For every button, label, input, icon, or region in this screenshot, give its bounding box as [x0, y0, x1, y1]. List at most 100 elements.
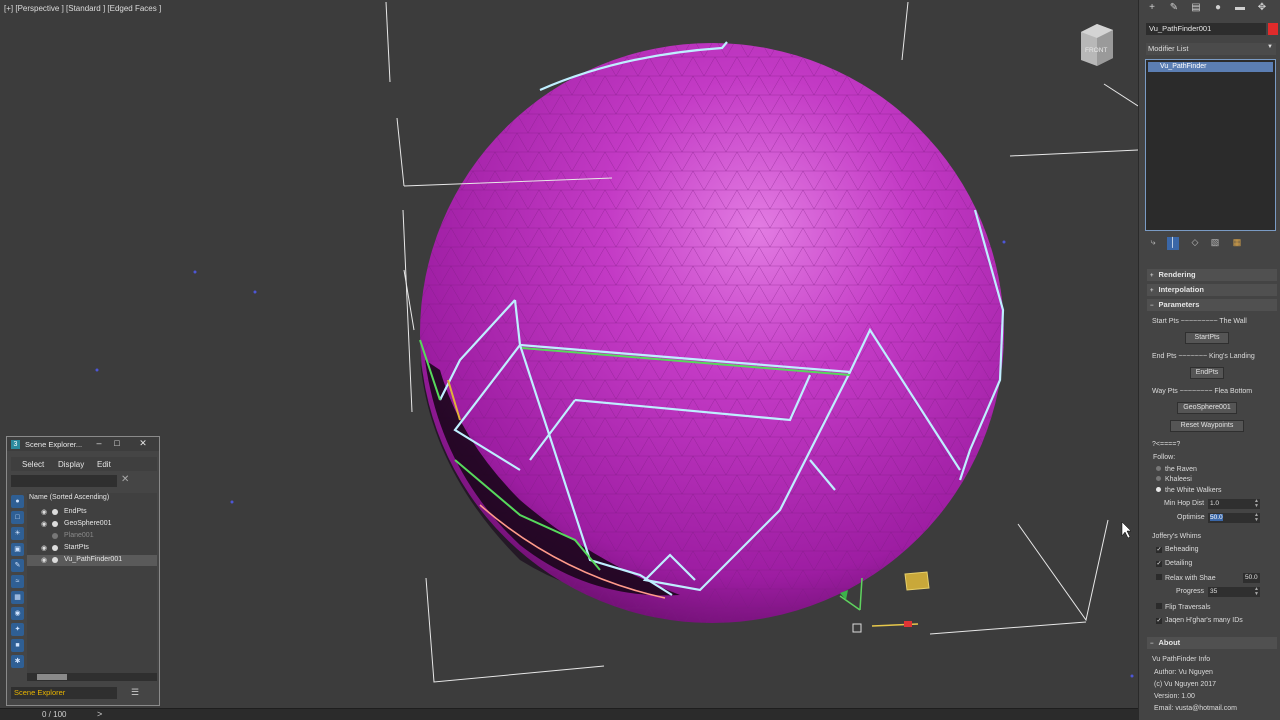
- about-email: Email: vusta@hotmail.com: [1154, 705, 1237, 712]
- next-frame-button[interactable]: >: [97, 709, 102, 719]
- display-helpers-icon[interactable]: ✎: [11, 559, 24, 572]
- utilities-tab-utilities-icon[interactable]: ✥: [1255, 2, 1269, 16]
- viewport-label[interactable]: [+] [Perspective ] [Standard ] [Edged Fa…: [4, 4, 161, 13]
- min-hop-value: 1.0: [1210, 500, 1220, 507]
- viewcube[interactable]: FRONT: [1077, 22, 1115, 66]
- display-tab-display-icon[interactable]: ▬: [1233, 2, 1247, 16]
- object-color-swatch[interactable]: [1268, 23, 1278, 35]
- maximize-icon[interactable]: □: [111, 438, 123, 449]
- list-item[interactable]: Plane001: [27, 531, 157, 542]
- modify-tab-curve-icon[interactable]: ✎: [1167, 2, 1181, 16]
- display-lights-icon[interactable]: ☀: [11, 527, 24, 540]
- follow-label: Follow:: [1153, 454, 1176, 461]
- rollout-about-label: About: [1158, 638, 1181, 647]
- visibility-eye-icon[interactable]: ◉: [41, 520, 47, 528]
- motion-tab-motion-icon[interactable]: ●: [1211, 2, 1225, 16]
- display-spacewarps-icon[interactable]: ≈: [11, 575, 24, 588]
- menu-display[interactable]: Display: [58, 460, 84, 469]
- modifier-stack[interactable]: Vu_PathFinder: [1145, 59, 1276, 231]
- visibility-eye-icon[interactable]: ◉: [41, 508, 47, 516]
- rollout-about[interactable]: − About: [1147, 637, 1277, 649]
- frame-counter: 0 / 100: [42, 710, 67, 719]
- end-pts-button[interactable]: EndPts: [1190, 367, 1224, 379]
- list-item-name: EndPts: [64, 508, 87, 515]
- column-header-name[interactable]: Name (Sorted Ascending): [29, 494, 109, 501]
- detailing-checkbox[interactable]: ✓ Detailing: [1156, 560, 1192, 567]
- relax-checkbox[interactable]: Relax with Shae: [1156, 574, 1216, 582]
- progress-spinner[interactable]: 35 ▲ ▼: [1208, 587, 1260, 597]
- stack-item-vu-pathfinder[interactable]: Vu_PathFinder: [1148, 62, 1273, 72]
- scrollbar-thumb[interactable]: [37, 674, 67, 680]
- list-item[interactable]: ◉ EndPts: [27, 507, 157, 518]
- menu-select[interactable]: Select: [22, 460, 44, 469]
- beheading-checkbox[interactable]: ✓ Beheading: [1156, 546, 1198, 553]
- display-groups-icon[interactable]: ▦: [11, 591, 24, 604]
- rollout-rendering[interactable]: + Rendering: [1147, 269, 1277, 281]
- minimize-icon[interactable]: –: [93, 438, 105, 449]
- min-hop-spinner[interactable]: 1.0 ▲ ▼: [1208, 499, 1260, 509]
- list-item[interactable]: ◉ StartPts: [27, 543, 157, 554]
- renderable-icon[interactable]: [52, 509, 58, 515]
- list-item[interactable]: ◉ GeoSphere001: [27, 519, 157, 530]
- show-end-result-icon[interactable]: │: [1167, 237, 1179, 250]
- rollout-rendering-label: Rendering: [1158, 270, 1196, 279]
- make-unique-icon[interactable]: ◇: [1189, 237, 1201, 250]
- jaqen-checkbox[interactable]: ✓ Jaqen H'ghar's many IDs: [1156, 617, 1243, 624]
- visibility-eye-icon[interactable]: ◉: [41, 544, 47, 552]
- radio-white-walkers[interactable]: the White Walkers: [1156, 487, 1222, 494]
- optimise-spinner[interactable]: 50.0 ▲ ▼: [1208, 513, 1260, 523]
- display-shapes-icon[interactable]: □: [11, 511, 24, 524]
- remove-modifier-icon[interactable]: ▧: [1209, 237, 1221, 250]
- create-tab-plus-icon[interactable]: +: [1145, 2, 1159, 16]
- modifier-list-dropdown[interactable]: Modifier List ▼: [1146, 43, 1276, 55]
- radio-the-raven[interactable]: the Raven: [1156, 466, 1197, 473]
- scene-render: [95, 1, 1138, 683]
- renderable-icon[interactable]: [52, 557, 58, 563]
- configure-sets-icon[interactable]: ▦: [1231, 237, 1243, 250]
- start-pts-button[interactable]: StartPts: [1185, 332, 1229, 344]
- flip-checkbox[interactable]: Flip Traversals: [1156, 603, 1211, 611]
- end-pts-label: End Pts ~~~~~~~ King's Landing: [1152, 353, 1255, 360]
- object-name-field[interactable]: Vu_PathFinder001: [1146, 23, 1266, 35]
- clear-search-icon[interactable]: ✕: [121, 474, 129, 485]
- hierarchy-tab-hierarchy-icon[interactable]: ▤: [1189, 2, 1203, 16]
- pin-stack-icon[interactable]: ⤷: [1147, 237, 1159, 250]
- about-version: Version: 1.00: [1154, 693, 1195, 700]
- optimise-label: Optimise: [1177, 514, 1205, 521]
- filter-toolbar: ● □ ☀ ▣ ✎ ≈ ▦ ◉ ✦ ■ ✱: [11, 493, 25, 673]
- display-bones-icon[interactable]: ✦: [11, 623, 24, 636]
- rollout-parameters[interactable]: − Parameters: [1147, 299, 1277, 311]
- renderable-icon[interactable]: [52, 533, 58, 539]
- radio-khaleesi[interactable]: Khaleesi: [1156, 476, 1192, 483]
- display-xrefs-icon[interactable]: ◉: [11, 607, 24, 620]
- renderable-icon[interactable]: [52, 521, 58, 527]
- horizontal-scrollbar[interactable]: [27, 673, 157, 681]
- display-all-icon[interactable]: ✱: [11, 655, 24, 668]
- close-icon[interactable]: ✕: [137, 438, 149, 449]
- search-input[interactable]: [11, 475, 117, 487]
- display-geometry-icon[interactable]: ●: [11, 495, 24, 508]
- min-hop-label: Min Hop Dist: [1164, 500, 1205, 507]
- display-cameras-icon[interactable]: ▣: [11, 543, 24, 556]
- scene-explorer-title: Scene Explorer...: [25, 440, 83, 449]
- command-panel-tabs: + ✎ ▤ ● ▬ ✥: [1139, 0, 1280, 18]
- start-pts-label: Start Pts ~~~~~~~~~ The Wall: [1152, 318, 1247, 325]
- visibility-eye-icon[interactable]: ◉: [41, 556, 47, 564]
- perspective-viewport[interactable]: [+] [Perspective ] [Standard ] [Edged Fa…: [0, 0, 1138, 708]
- relax-spinner[interactable]: 50.0: [1243, 573, 1260, 583]
- rollout-interpolation[interactable]: + Interpolation: [1147, 284, 1277, 296]
- layers-icon[interactable]: ☰: [131, 687, 139, 698]
- list-item-name: Plane001: [64, 532, 94, 539]
- display-containers-icon[interactable]: ■: [11, 639, 24, 652]
- reset-waypoints-button[interactable]: Reset Waypoints: [1170, 420, 1244, 432]
- menu-edit[interactable]: Edit: [97, 460, 111, 469]
- relax-value: 50.0: [1245, 574, 1258, 581]
- list-item[interactable]: ◉ Vu_PathFinder001: [27, 555, 157, 566]
- way-pts-button[interactable]: GeoSphere001: [1177, 402, 1237, 414]
- explorer-selector-dropdown[interactable]: Scene Explorer: [11, 687, 117, 699]
- scene-explorer-titlebar[interactable]: 3 Scene Explorer... – □ ✕: [7, 437, 159, 451]
- mouse-cursor: [1121, 521, 1132, 539]
- renderable-icon[interactable]: [52, 545, 58, 551]
- time-slider[interactable]: 0 / 100 >: [0, 708, 1138, 720]
- app-logo-icon: 3: [11, 440, 20, 449]
